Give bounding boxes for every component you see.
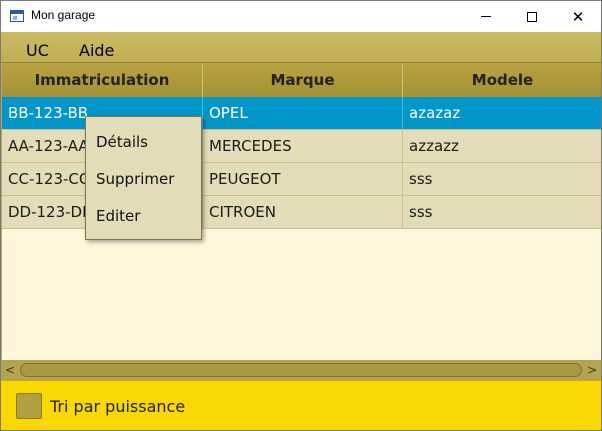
title-bar[interactable]: Mon garage ✕	[1, 1, 601, 32]
app-window-icon	[10, 10, 24, 22]
sort-by-power-checkbox[interactable]	[16, 393, 42, 419]
menu-aide[interactable]: Aide	[79, 41, 114, 60]
close-button[interactable]: ✕	[555, 1, 601, 32]
maximize-button[interactable]	[509, 1, 555, 32]
cell-marque: OPEL	[203, 97, 403, 129]
cell-modele: azazaz	[409, 104, 461, 122]
cell-marque: CITROEN	[203, 196, 403, 228]
column-header-modele[interactable]: Modele	[403, 63, 601, 98]
context-menu-delete[interactable]: Supprimer	[96, 170, 174, 188]
cell-modele: sss	[409, 203, 433, 221]
scrollbar-thumb[interactable]	[20, 363, 582, 377]
context-menu-edit[interactable]: Editer	[96, 207, 140, 225]
cell-marque: PEUGEOT	[203, 163, 403, 195]
scroll-right-icon[interactable]: >	[583, 360, 601, 380]
scroll-left-icon[interactable]: <	[1, 360, 19, 380]
window-title: Mon garage	[31, 8, 96, 22]
cell-modele: sss	[409, 170, 433, 188]
minimize-button[interactable]	[463, 1, 509, 32]
minimize-icon	[481, 16, 491, 17]
context-menu-details[interactable]: Détails	[96, 133, 148, 151]
footer-bar: Tri par puissance	[1, 380, 601, 430]
cell-marque: MERCEDES	[203, 130, 403, 162]
app-window: Mon garage ✕ UC Aide Immatriculation Mar…	[0, 0, 602, 431]
sort-by-power-label[interactable]: Tri par puissance	[50, 397, 185, 416]
menu-bar: UC Aide	[1, 32, 601, 62]
menu-uc[interactable]: UC	[26, 41, 49, 60]
cell-modele: azzazz	[409, 137, 459, 155]
column-header-marque[interactable]: Marque	[203, 63, 403, 98]
table-header: Immatriculation Marque Modele	[2, 62, 601, 98]
maximize-icon	[527, 11, 537, 22]
column-header-immatriculation[interactable]: Immatriculation	[2, 63, 203, 98]
horizontal-scrollbar[interactable]: < >	[1, 360, 601, 380]
row-context-menu: Détails Supprimer Editer	[85, 116, 202, 240]
